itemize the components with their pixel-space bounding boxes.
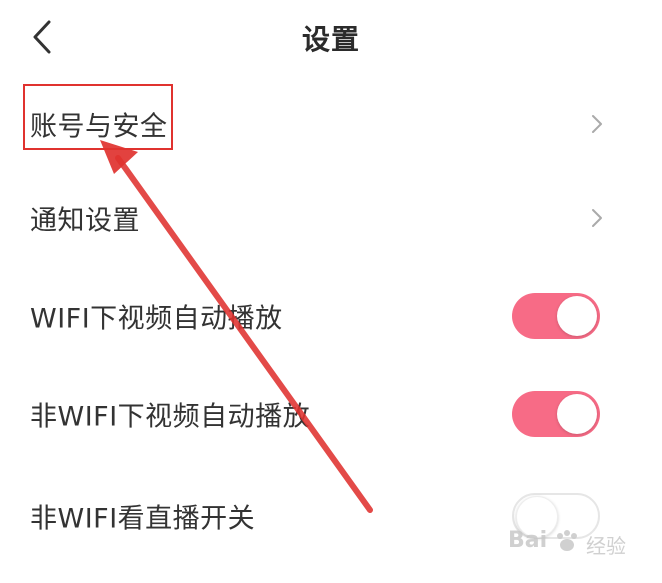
non-wifi-live-toggle[interactable] (512, 493, 600, 539)
toggle-knob (557, 394, 597, 434)
wifi-autoplay-toggle[interactable] (512, 293, 600, 339)
header-bar: 设置 (0, 0, 662, 78)
settings-row-notifications[interactable]: 通知设置 (0, 168, 662, 268)
chevron-right-icon (592, 115, 602, 133)
settings-row-wifi-autoplay: WIFI下视频自动播放 (0, 266, 662, 366)
non-wifi-autoplay-toggle[interactable] (512, 391, 600, 437)
row-label: 通知设置 (30, 205, 140, 237)
page-title: 设置 (301, 23, 360, 56)
settings-row-non-wifi-autoplay: 非WIFI下视频自动播放 (0, 364, 662, 464)
toggle-knob (516, 496, 558, 538)
chevron-right-icon (592, 209, 602, 227)
row-label: 非WIFI看直播开关 (30, 503, 256, 535)
row-label: 非WIFI下视频自动播放 (30, 401, 311, 433)
annotation-highlight-box (23, 84, 173, 150)
row-label: WIFI下视频自动播放 (30, 303, 283, 335)
toggle-knob (557, 296, 597, 336)
settings-row-non-wifi-live: 非WIFI看直播开关 (0, 466, 662, 566)
